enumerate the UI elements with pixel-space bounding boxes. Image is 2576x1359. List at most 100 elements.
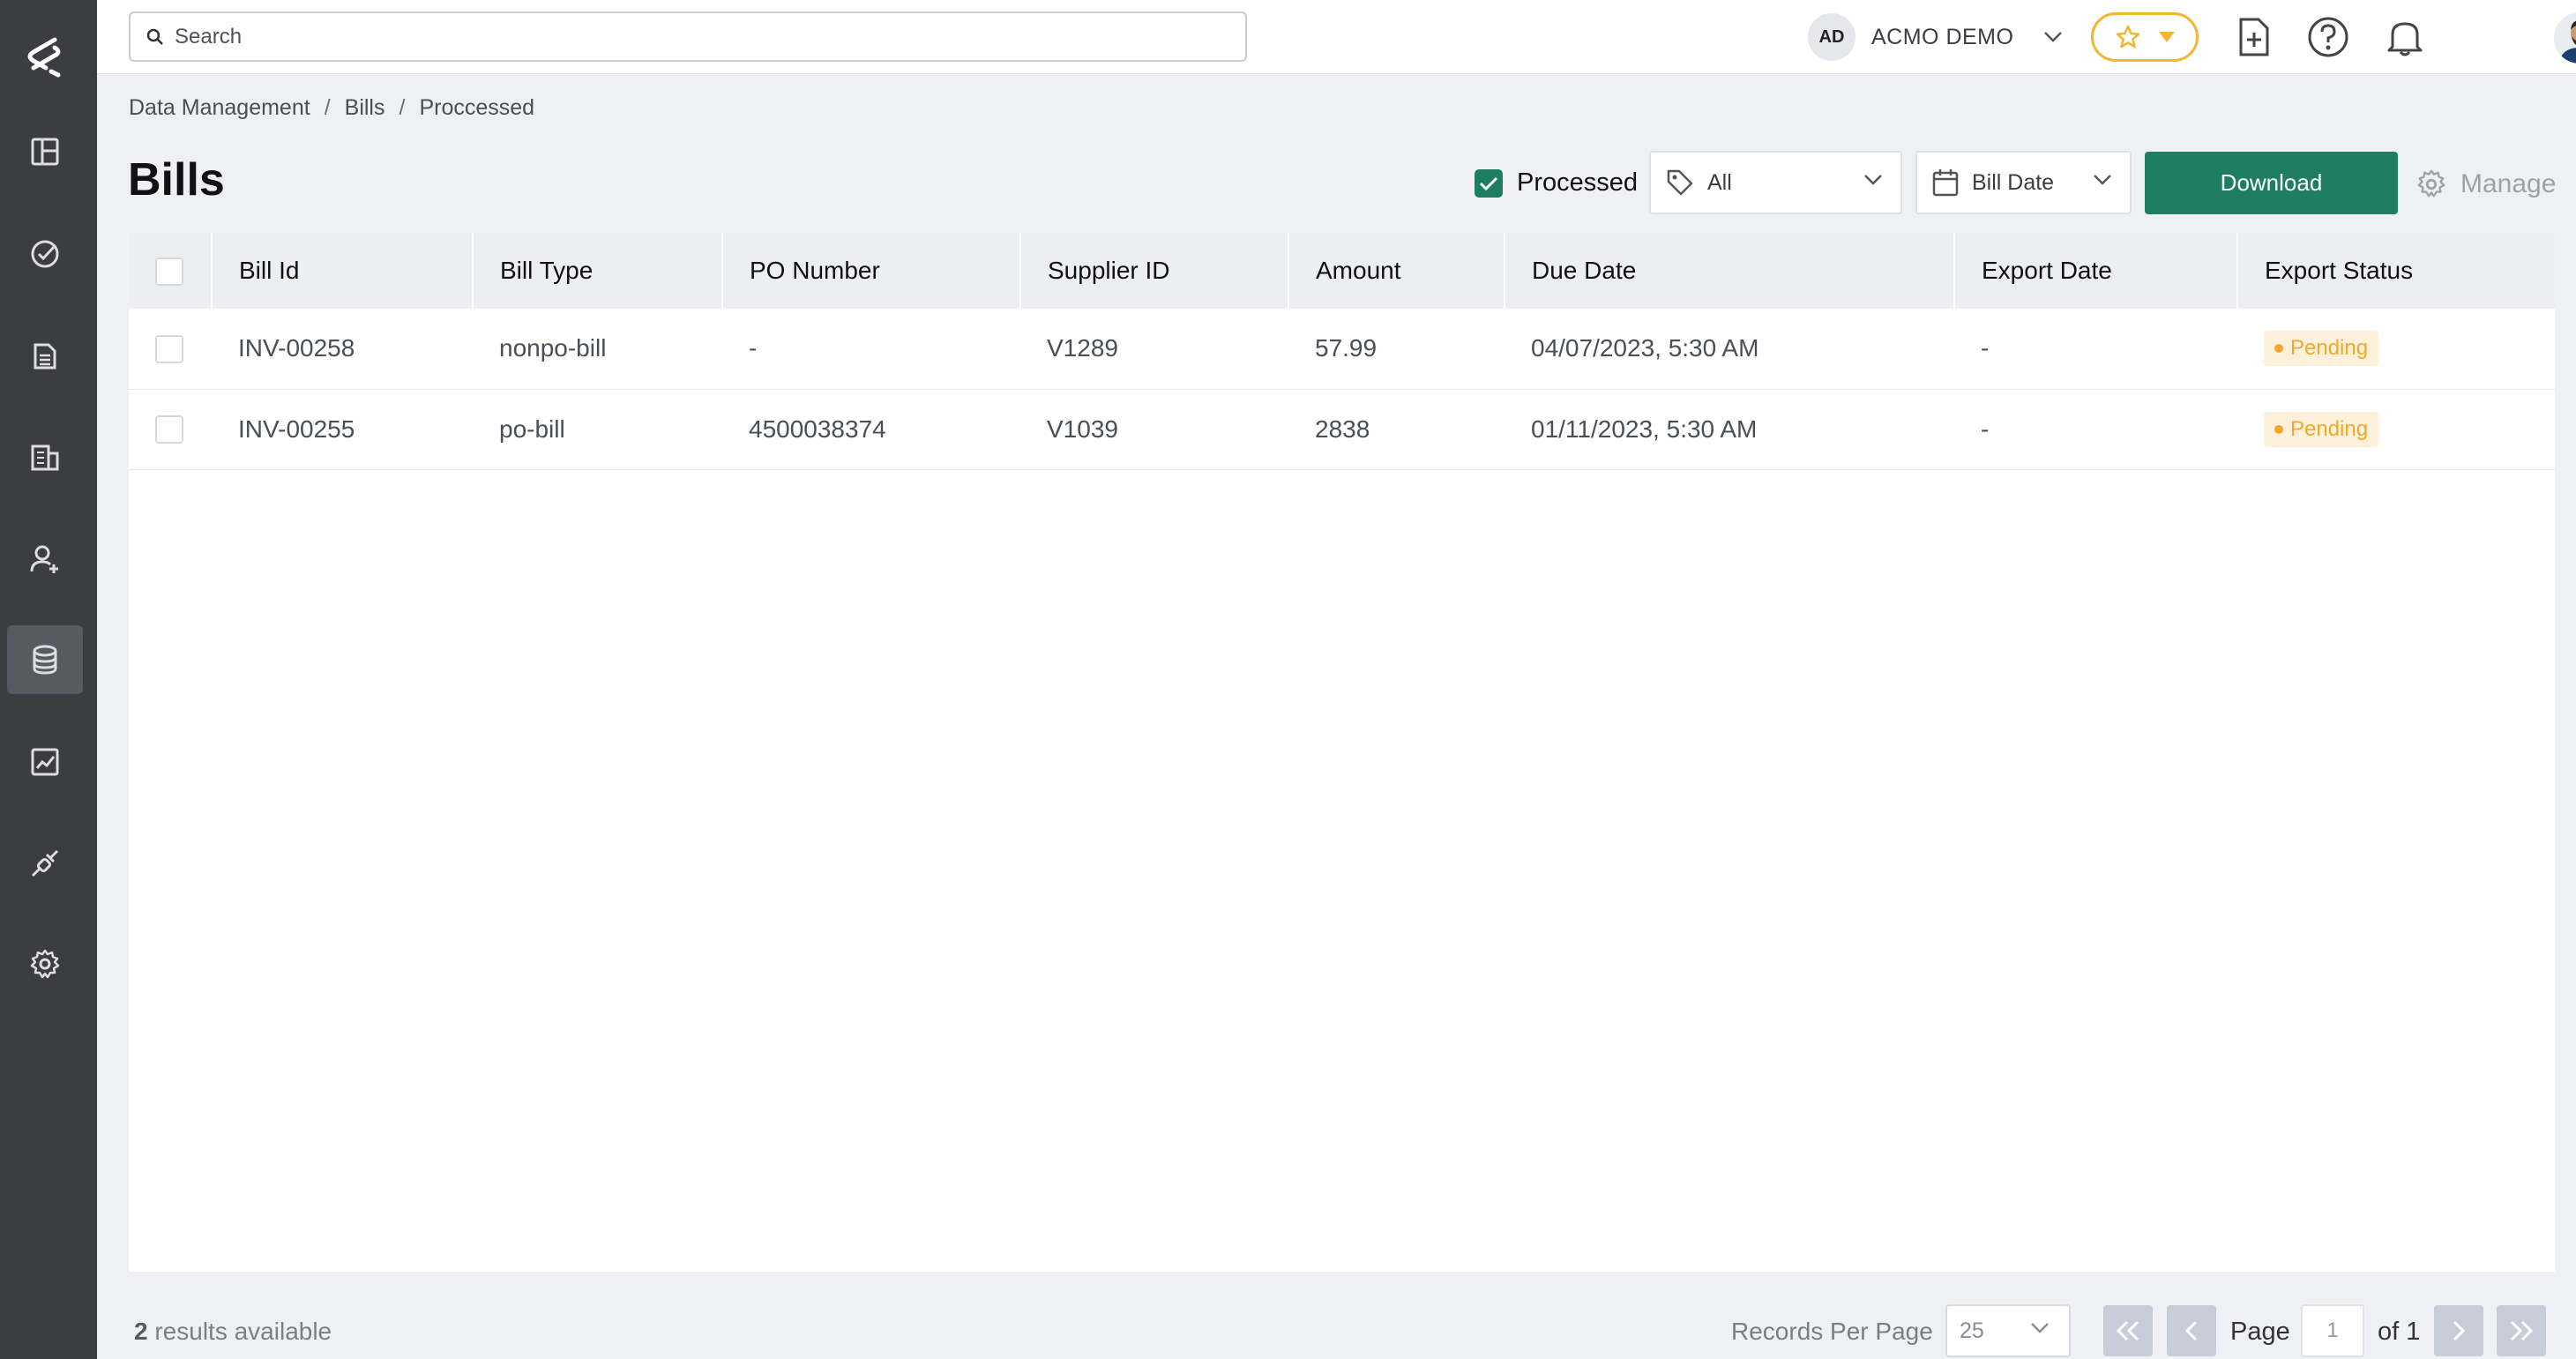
status-text: Pending — [2290, 416, 2369, 441]
last-page-button[interactable] — [2497, 1305, 2546, 1356]
tag-filter-value: All — [1707, 169, 1732, 195]
search-icon — [146, 28, 163, 45]
cell-export-date: - — [1981, 414, 1990, 443]
org-avatar: AD — [1808, 13, 1855, 61]
records-per-page-label: Records Per Page — [1731, 1318, 1933, 1345]
chevron-down-icon — [2094, 175, 2111, 185]
integrations-icon — [31, 849, 59, 877]
notifications-button[interactable] — [2384, 16, 2426, 58]
chevron-down-icon — [2031, 1323, 2049, 1333]
caret-down-icon — [2158, 32, 2175, 42]
documents-icon — [34, 343, 56, 370]
table-header-row: Bill Id Bill Type PO Number Supplier ID … — [129, 233, 2555, 309]
cell-supplier-id: V1289 — [1047, 334, 1118, 362]
select-all-checkbox[interactable] — [155, 257, 183, 286]
cell-export-status: Pending — [2237, 309, 2555, 389]
sidebar-item-tasks[interactable] — [7, 220, 83, 288]
download-button[interactable]: Download — [2145, 152, 2398, 214]
breadcrumb-item-bills[interactable]: Bills — [345, 95, 385, 121]
cell-amount: 57.99 — [1315, 334, 1378, 362]
column-header-bill-id[interactable]: Bill Id — [212, 233, 474, 309]
bell-icon — [2387, 22, 2423, 56]
cell-bill-type: nonpo-bill — [499, 334, 607, 362]
app-logo[interactable] — [18, 25, 71, 90]
records-per-page-select[interactable]: 25 — [1945, 1304, 2071, 1357]
manage-button[interactable]: Manage — [2415, 168, 2556, 201]
org-switcher[interactable]: AD ACMO DEMO — [1808, 12, 2063, 62]
org-name: ACMO DEMO — [1871, 24, 2014, 49]
calendar-icon — [1932, 169, 1959, 197]
settings-icon — [30, 949, 60, 979]
sidebar-item-users[interactable] — [7, 525, 83, 594]
checkmark-icon — [1479, 176, 1498, 191]
sidebar-item-data-management[interactable] — [7, 625, 83, 694]
database-icon — [33, 645, 57, 675]
user-avatar[interactable] — [2554, 12, 2576, 63]
page-label: Page — [2230, 1318, 2290, 1346]
breadcrumb-separator: / — [399, 95, 406, 120]
new-document-button[interactable] — [2233, 16, 2275, 58]
help-button[interactable] — [2307, 16, 2349, 58]
status-text: Pending — [2290, 336, 2369, 361]
date-filter-select[interactable]: Bill Date — [1915, 151, 2132, 214]
sidebar-item-buildings[interactable] — [7, 422, 83, 491]
table-row[interactable]: INV-00255 po-bill 4500038374 V1039 2838 … — [129, 389, 2555, 469]
cell-bill-id: INV-00255 — [238, 414, 355, 443]
sidebar-item-analytics[interactable] — [7, 728, 83, 796]
tag-filter-select[interactable]: All — [1649, 151, 1902, 214]
user-avatar-icon — [2554, 12, 2576, 63]
status-dot — [2274, 424, 2283, 434]
status-badge: Pending — [2264, 331, 2379, 367]
column-header-export-status[interactable]: Export Status — [2237, 233, 2555, 309]
sidebar — [0, 0, 97, 1359]
cell-po-number: - — [749, 334, 758, 362]
table-row[interactable]: INV-00258 nonpo-bill - V1289 57.99 04/07… — [129, 309, 2555, 389]
search-box[interactable] — [129, 11, 1247, 62]
row-select-cell — [129, 309, 212, 389]
records-per-page-value: 25 — [1960, 1318, 1984, 1343]
page-total-label: of 1 — [2378, 1318, 2421, 1346]
row-checkbox[interactable] — [155, 335, 183, 364]
cell-amount: 2838 — [1315, 414, 1370, 443]
breadcrumb-separator: / — [324, 95, 331, 120]
cell-po-number: 4500038374 — [749, 414, 886, 443]
next-page-button[interactable] — [2434, 1305, 2483, 1356]
date-filter-value: Bill Date — [1972, 169, 2055, 195]
column-header-due-date[interactable]: Due Date — [1505, 233, 1955, 309]
select-all-cell — [129, 233, 213, 309]
favorites-dropdown[interactable] — [2091, 12, 2199, 62]
breadcrumb-item-data-management[interactable]: Data Management — [129, 95, 310, 121]
add-document-icon — [2239, 18, 2269, 56]
chevron-down-icon — [1864, 175, 1882, 185]
page-title: Bills — [128, 154, 225, 205]
bills-table: Bill Id Bill Type PO Number Supplier ID … — [129, 233, 2555, 1272]
column-header-supplier-id[interactable]: Supplier ID — [1020, 233, 1289, 309]
row-checkbox[interactable] — [155, 415, 183, 444]
logo-icon — [27, 37, 61, 78]
processed-checkbox[interactable] — [1475, 169, 1503, 198]
sidebar-item-settings[interactable] — [7, 930, 83, 998]
previous-page-button[interactable] — [2167, 1305, 2216, 1356]
page-number-input[interactable] — [2301, 1304, 2364, 1357]
tag-icon — [1667, 169, 1693, 196]
sidebar-item-dashboard[interactable] — [7, 117, 83, 186]
cell-due-date: 04/07/2023, 5:30 AM — [1531, 334, 1759, 362]
gear-icon — [2417, 169, 2445, 198]
cell-due-date: 01/11/2023, 5:30 AM — [1531, 414, 1758, 443]
tasks-icon — [31, 240, 59, 268]
results-text: results available — [154, 1318, 332, 1345]
cell-bill-id: INV-00258 — [238, 334, 355, 362]
cell-supplier-id: V1039 — [1047, 414, 1118, 443]
building-icon — [31, 444, 59, 471]
sidebar-item-documents[interactable] — [7, 321, 83, 390]
first-page-button[interactable] — [2103, 1305, 2153, 1356]
sidebar-item-integrations[interactable] — [7, 829, 83, 898]
top-header: AD ACMO DEMO — [97, 0, 2576, 74]
column-header-po-number[interactable]: PO Number — [722, 233, 1021, 309]
column-header-amount[interactable]: Amount — [1288, 233, 1505, 309]
processed-label[interactable]: Processed — [1517, 168, 1638, 198]
search-input[interactable] — [175, 24, 1215, 49]
breadcrumb-item-processed: Proccessed — [419, 95, 535, 120]
column-header-bill-type[interactable]: Bill Type — [473, 233, 723, 309]
column-header-export-date[interactable]: Export Date — [1954, 233, 2238, 309]
